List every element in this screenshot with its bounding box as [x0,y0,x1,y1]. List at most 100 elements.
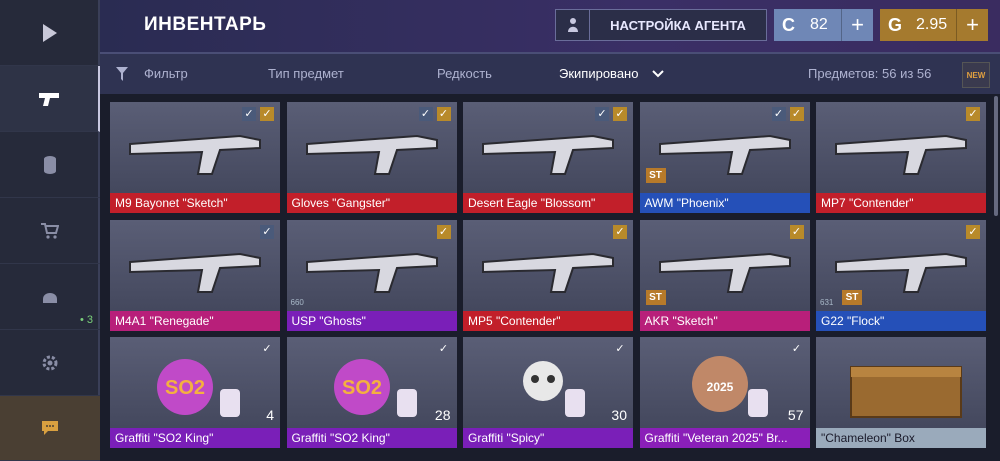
item-image [129,134,261,175]
play-icon [43,23,57,42]
credits-value: 82 [810,16,828,33]
equipped-check-icon: ✓ [260,107,274,121]
item-name: AKR "Sketch" [639,310,810,331]
equipped-check-icon: ✓ [438,343,449,355]
stattrak-badge: ST [645,168,666,183]
inventory-item[interactable]: "Chameleon" Box [816,337,986,448]
item-name: USP "Ghosts" [286,310,457,331]
chat-icon [42,421,58,435]
item-image [305,134,438,175]
add-gold-button[interactable]: + [956,9,988,41]
item-image [482,134,614,175]
top-bar: ИНВЕНТАРЬ НАСТРОЙКА АГЕНТА C 82 + G 2.95… [100,0,1000,52]
equipped-check-icon: ✓ [418,107,433,121]
item-name: Graffiti "Veteran 2025" Br... [639,428,810,448]
equipped-check-icon: ✓ [436,107,451,121]
inventory-item[interactable]: ✓ ST AKR "Sketch" [639,219,810,331]
item-name: MP7 "Contender" [816,193,986,213]
inventory-item[interactable]: ✓ 660 USP "Ghosts" [286,219,457,331]
type-filter[interactable]: Тип предмет [268,66,344,81]
chevron-down-icon [652,70,664,78]
item-quantity: 28 [434,407,451,423]
item-name: Gloves "Gangster" [286,193,457,213]
sidebar-item-clan[interactable]: • 3 [0,264,100,330]
inventory-item[interactable]: 2025 ✓ 57 Graffiti "Veteran 2025" Br... [639,337,810,448]
item-name: Graffiti "SO2 King" [110,428,280,448]
gold-balance: G 2.95 + [880,9,988,41]
new-badge-label: NEW [966,70,986,80]
inventory-item[interactable]: ✓ ✓ Gloves "Gangster" [286,102,457,213]
inventory-item[interactable]: ✓ ✓ M9 Bayonet "Sketch" [110,102,280,213]
equipped-check-icon: ✓ [242,107,256,121]
item-level: 660 [290,297,304,307]
item-name: MP5 "Contender" [463,310,633,331]
item-name: "Chameleon" Box [816,428,986,448]
equipped-check-icon: ✓ [436,224,451,239]
equipped-check-icon: ✓ [966,107,980,121]
coins-icon [44,155,56,174]
inventory-item[interactable]: ✓ 30 Graffiti "Spicy" [463,337,633,448]
credits-balance: C 82 + [774,9,873,41]
agent-settings-label: НАСТРОЙКА АГЕНТА [610,17,746,33]
inventory-item[interactable]: ✓ MP5 "Contender" [463,219,633,331]
item-name: AWM "Phoenix" [639,193,810,213]
agent-icon [556,10,590,40]
item-image [305,252,438,293]
equipped-filter[interactable]: Экипировано [559,66,638,81]
inventory-item[interactable]: ✓ MP7 "Contender" [816,102,986,213]
equipped-check-icon: ✓ [260,224,274,239]
item-name: Graffiti "SO2 King" [286,428,457,448]
item-name: G22 "Flock" [816,310,986,331]
equipped-check-icon: ✓ [789,107,804,121]
page-title: ИНВЕНТАРЬ [144,14,267,35]
item-image [523,361,585,417]
item-image [482,252,614,293]
equipped-check-icon: ✓ [789,224,804,239]
item-level: 631 [820,297,834,307]
add-credits-button[interactable]: + [841,9,873,41]
item-quantity: 57 [787,407,804,423]
item-image [658,252,791,293]
item-image [835,134,967,175]
gold-icon: G [888,14,903,35]
stattrak-badge: ST [842,289,862,305]
sidebar-item-shop[interactable] [0,198,100,264]
sidebar-item-coins[interactable] [0,132,100,198]
equipped-check-icon: ✓ [966,224,980,239]
item-image [658,134,791,175]
inventory-item[interactable]: ✓ M4A1 "Renegade" [110,219,280,331]
item-image: SO2 [333,359,417,417]
equipped-check-icon: ✓ [262,343,272,355]
sidebar-item-settings[interactable] [0,330,100,396]
rarity-filter[interactable]: Редкость [437,66,492,81]
item-name: M4A1 "Renegade" [110,310,280,331]
item-quantity: 4 [266,407,274,423]
inventory-item[interactable]: ✓ ST 631 G22 "Flock" [816,219,986,331]
play-button[interactable] [0,0,100,66]
equipped-check-icon: ✓ [771,107,786,121]
sidebar-item-chat[interactable] [0,396,100,461]
item-name: Desert Eagle "Blossom" [463,193,633,213]
equipped-check-icon: ✓ [613,107,627,121]
inventory-item[interactable]: ✓ ✓ ST AWM "Phoenix" [639,102,810,213]
item-image [129,252,261,293]
equipped-check-icon: ✓ [791,343,802,355]
credits-icon: C [782,14,795,35]
helmet-icon [43,292,57,303]
new-items-button[interactable]: NEW [962,62,990,88]
inventory-item[interactable]: ✓ ✓ Desert Eagle "Blossom" [463,102,633,213]
stattrak-badge: ST [645,289,666,305]
gear-icon [42,355,58,370]
filter-icon [116,67,128,81]
sidebar-item-inventory[interactable] [0,66,100,132]
filter-bar: Фильтр Тип предмет Редкость Экипировано … [100,52,1000,94]
item-quantity: 30 [611,407,627,423]
agent-settings-button[interactable]: НАСТРОЙКА АГЕНТА [555,9,767,41]
item-image: SO2 [157,359,240,417]
filter-button[interactable]: Фильтр [144,66,188,81]
item-name: Graffiti "Spicy" [463,428,633,448]
equipped-check-icon: ✓ [613,224,627,239]
inventory-item[interactable]: SO2 ✓ 28 Graffiti "SO2 King" [286,337,457,448]
scrollbar[interactable] [994,96,998,216]
inventory-item[interactable]: SO2 ✓ 4 Graffiti "SO2 King" [110,337,280,448]
